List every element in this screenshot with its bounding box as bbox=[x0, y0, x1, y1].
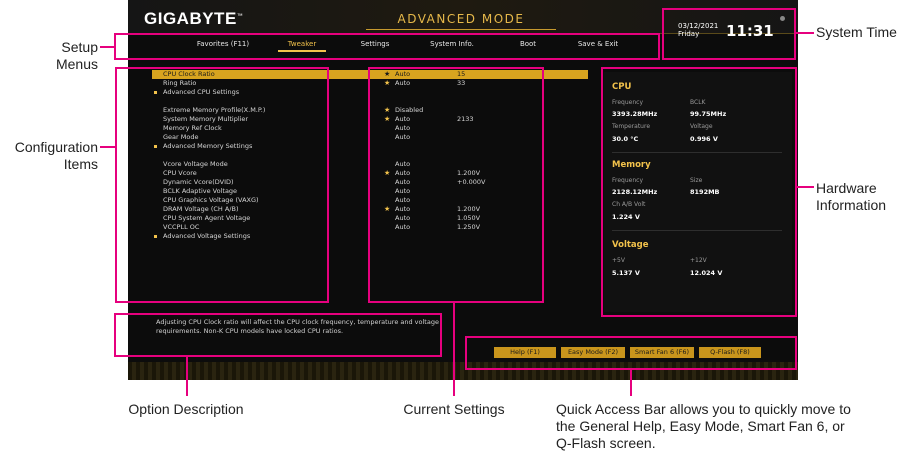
hardware-info-box bbox=[601, 67, 797, 317]
leader-line bbox=[186, 356, 188, 396]
leader-line bbox=[796, 186, 814, 188]
setup-menus-box bbox=[114, 33, 660, 60]
current-settings-box bbox=[368, 67, 544, 303]
system-time-label: System Time bbox=[816, 24, 897, 40]
leader-line bbox=[796, 32, 814, 34]
quick-access-box bbox=[465, 336, 797, 370]
hardware-information-label: Hardware Information bbox=[816, 180, 887, 213]
option-description-label: Option Description bbox=[128, 401, 244, 417]
system-time-box bbox=[662, 8, 796, 60]
leader-line bbox=[100, 46, 116, 48]
configuration-items-box bbox=[115, 67, 329, 303]
setup-menus-label: Setup Menus bbox=[55, 39, 98, 72]
leader-line bbox=[100, 146, 117, 148]
configuration-items-label: Configuration Items bbox=[14, 139, 98, 172]
leader-line bbox=[630, 369, 632, 396]
current-settings-label: Current Settings bbox=[403, 401, 505, 417]
leader-line bbox=[453, 302, 455, 396]
option-description-box bbox=[114, 313, 442, 357]
quick-access-label: Quick Access Bar allows you to quickly m… bbox=[556, 401, 851, 451]
gigabyte-logo: GIGABYTE™ bbox=[144, 9, 244, 28]
mode-title: ADVANCED MODE bbox=[366, 8, 556, 30]
